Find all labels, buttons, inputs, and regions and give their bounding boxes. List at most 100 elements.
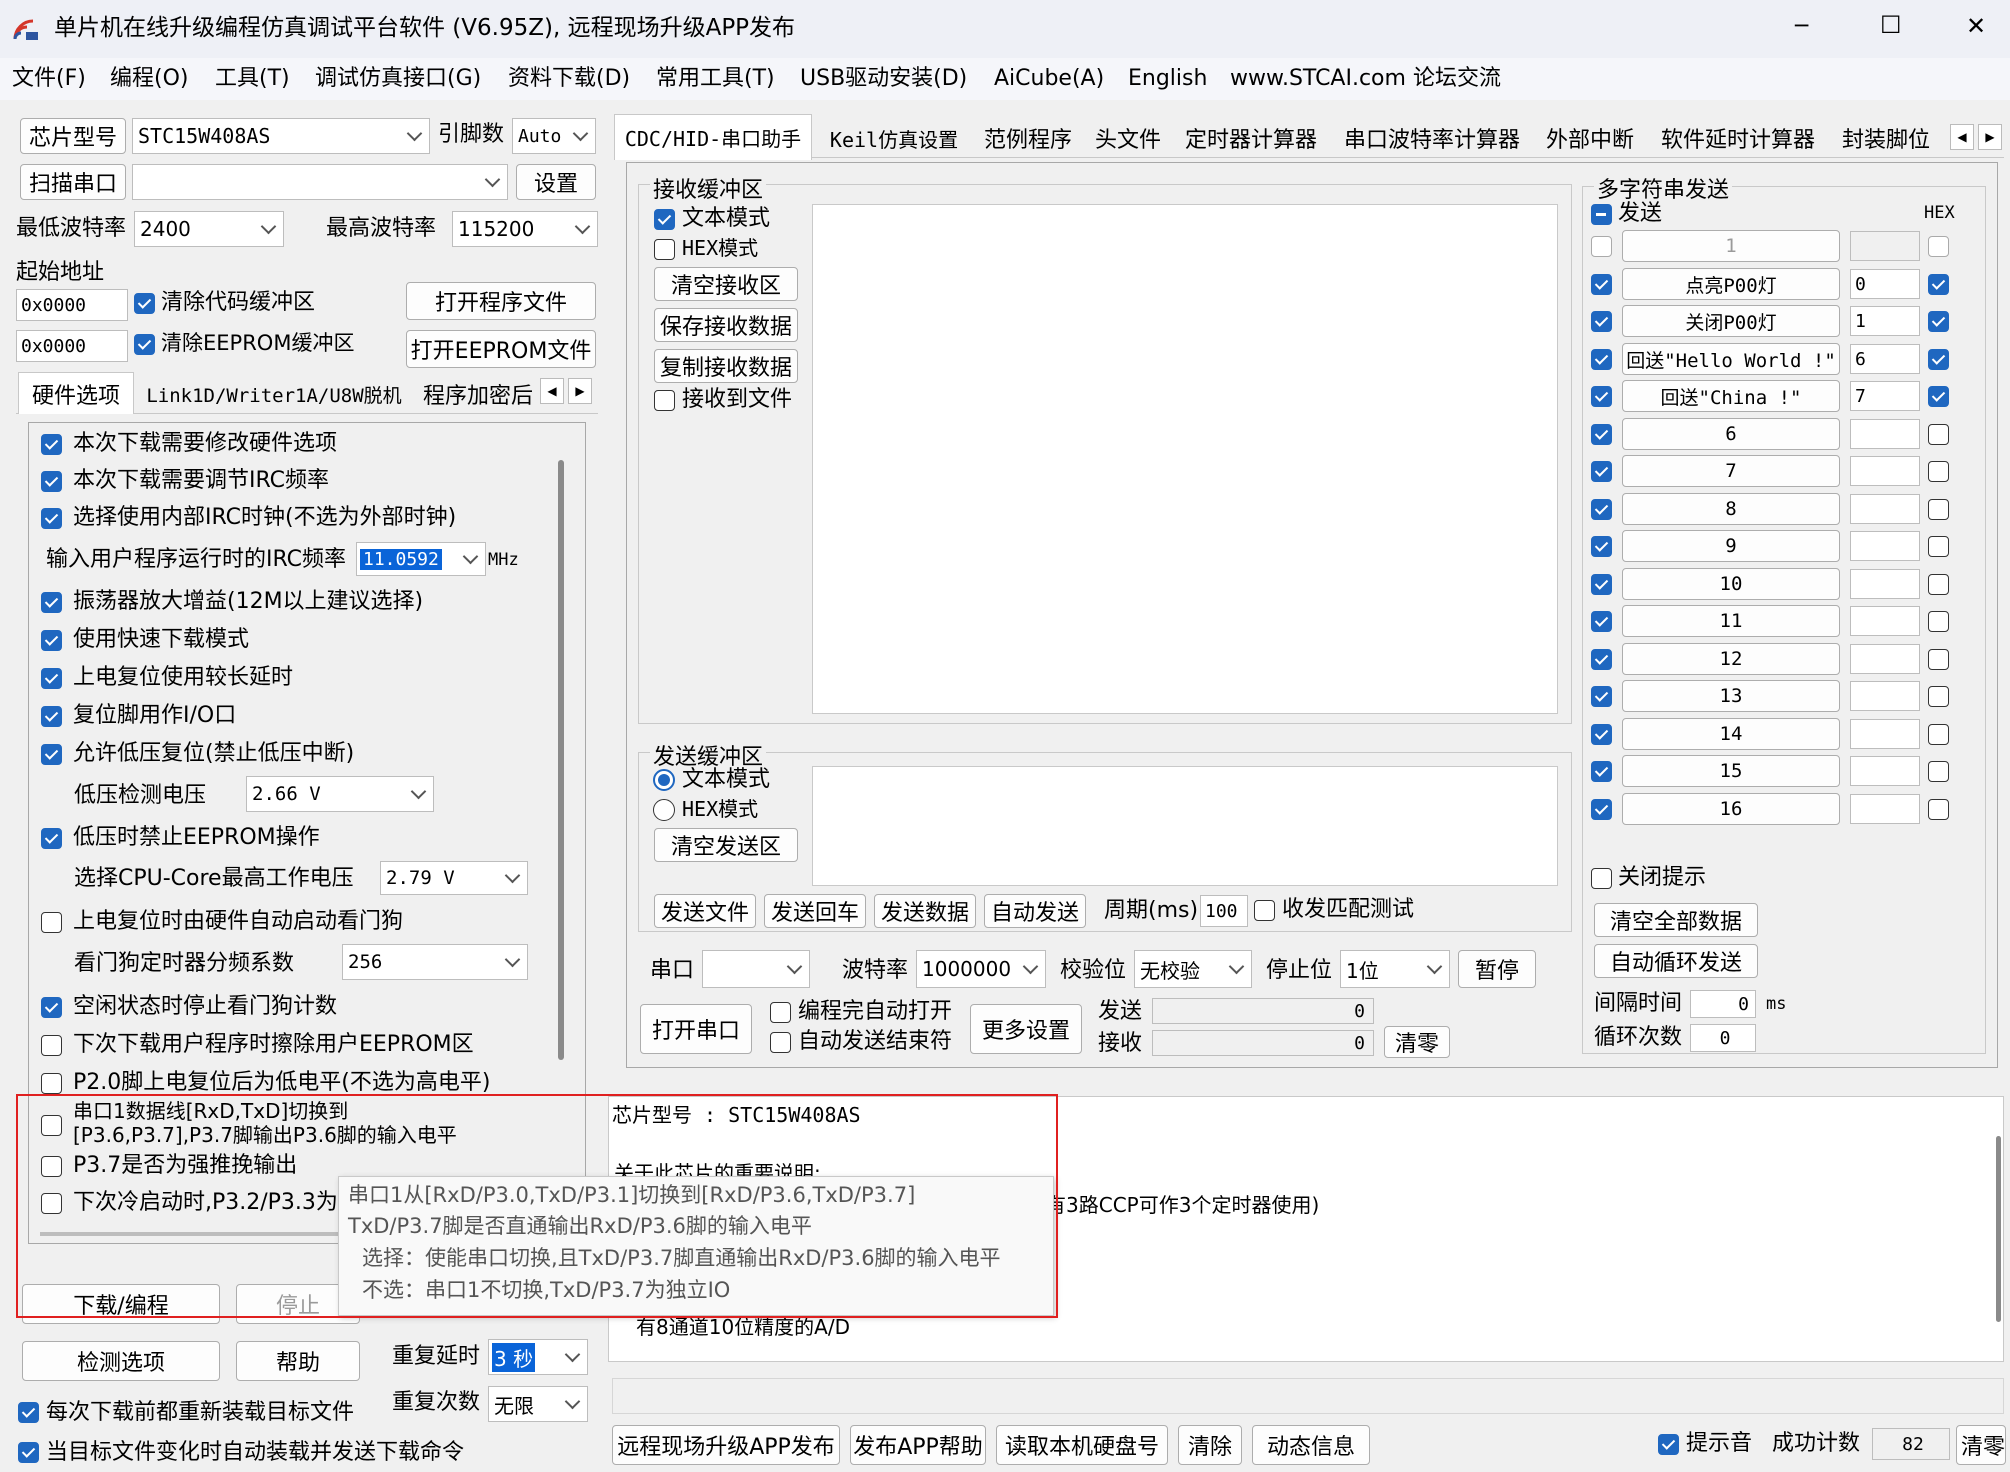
receive-textarea[interactable]: [812, 204, 1558, 714]
menu-common-tools[interactable]: 常用工具(T): [656, 66, 775, 91]
multi-row-value-input[interactable]: [1850, 794, 1920, 824]
period-input[interactable]: 100: [1200, 895, 1248, 927]
multi-row-checkbox[interactable]: [1591, 574, 1612, 595]
auto-end-checkbox[interactable]: [770, 1032, 791, 1053]
port-select[interactable]: [132, 164, 508, 200]
scan-port-button[interactable]: 扫描串口: [20, 164, 126, 200]
close-tips-checkbox[interactable]: [1591, 868, 1612, 889]
multi-row-checkbox[interactable]: [1591, 349, 1612, 370]
opt-hw-watchdog-checkbox[interactable]: [41, 912, 62, 933]
multi-row-send-button[interactable]: 11: [1622, 605, 1840, 637]
multi-row-send-button[interactable]: 点亮P00灯: [1622, 268, 1840, 300]
help-button[interactable]: 帮助: [236, 1341, 360, 1381]
opt-osc-gain-checkbox[interactable]: [41, 592, 62, 613]
remote-app-publish-button[interactable]: 远程现场升级APP发布: [612, 1425, 840, 1465]
tab-link1d[interactable]: Link1D/Writer1A/U8W脱机: [138, 377, 410, 411]
send-file-button[interactable]: 发送文件: [654, 894, 756, 928]
tab-package-pins[interactable]: 封装脚位: [1834, 120, 1938, 156]
opt-long-delay-checkbox[interactable]: [41, 668, 62, 689]
tab-scroll-left-icon[interactable]: ◀: [540, 378, 564, 404]
multi-row-send-button[interactable]: 8: [1622, 493, 1840, 525]
multi-row-checkbox[interactable]: [1591, 536, 1612, 557]
send-data-button[interactable]: 发送数据: [874, 894, 976, 928]
multi-row-hex-checkbox[interactable]: [1928, 236, 1949, 257]
clear-send-button[interactable]: 清空发送区: [654, 828, 798, 862]
cpu-voltage-select[interactable]: 2.79 V: [380, 861, 528, 895]
multi-row-value-input[interactable]: [1850, 231, 1920, 261]
multi-row-hex-checkbox[interactable]: [1928, 424, 1949, 445]
menu-debug[interactable]: 调试仿真接口(G): [315, 66, 481, 91]
baud-select[interactable]: 1000000: [916, 950, 1046, 988]
clear-receive-button[interactable]: 清空接收区: [654, 267, 798, 301]
multi-send-all-checkbox[interactable]: [1591, 204, 1612, 225]
multi-row-send-button[interactable]: 16: [1622, 793, 1840, 825]
multi-row-value-input[interactable]: [1850, 419, 1920, 449]
tab-header-files[interactable]: 头文件: [1088, 120, 1168, 156]
eeprom-address-input[interactable]: 0x0000: [16, 330, 128, 362]
multi-row-value-input[interactable]: [1850, 569, 1920, 599]
tab-hardware-options[interactable]: 硬件选项: [18, 372, 134, 414]
multi-row-send-button[interactable]: 回送"Hello World !": [1622, 343, 1840, 375]
open-program-button[interactable]: 打开程序文件: [406, 282, 596, 320]
multi-row-send-button[interactable]: 回送"China !": [1622, 380, 1840, 412]
tab-delay-calculator[interactable]: 软件延时计算器: [1650, 120, 1826, 156]
beep-checkbox[interactable]: [1658, 1434, 1679, 1455]
multi-row-value-input[interactable]: [1850, 719, 1920, 749]
multi-row-send-button[interactable]: 12: [1622, 643, 1840, 675]
multi-row-send-button[interactable]: 6: [1622, 418, 1840, 450]
multi-row-checkbox[interactable]: [1591, 386, 1612, 407]
more-settings-button[interactable]: 更多设置: [970, 1004, 1082, 1054]
multi-row-send-button[interactable]: 7: [1622, 455, 1840, 487]
parity-select[interactable]: 无校验: [1134, 950, 1252, 988]
multi-row-hex-checkbox[interactable]: [1928, 349, 1949, 370]
repeat-count-select[interactable]: 无限: [488, 1386, 588, 1422]
match-test-checkbox[interactable]: [1254, 900, 1275, 921]
multi-row-value-input[interactable]: [1850, 531, 1920, 561]
receive-to-file-checkbox[interactable]: [654, 390, 675, 411]
tab-baud-calculator[interactable]: 串口波特率计算器: [1334, 120, 1530, 156]
options-scrollbar[interactable]: [558, 460, 564, 1060]
info-scrollbar[interactable]: [1996, 1136, 2001, 1322]
recv-text-mode-checkbox[interactable]: [654, 209, 675, 230]
serial-port-select[interactable]: [702, 950, 810, 988]
multi-row-send-button[interactable]: 14: [1622, 718, 1840, 750]
clear-count-button[interactable]: 清零: [1384, 1026, 1450, 1058]
multi-row-checkbox[interactable]: [1591, 724, 1612, 745]
lv-detect-select[interactable]: 2.66 V: [246, 776, 434, 812]
clear-success-button[interactable]: 清零: [1956, 1425, 2006, 1465]
chip-model-select[interactable]: STC15W408AS: [132, 118, 430, 154]
multi-row-hex-checkbox[interactable]: [1928, 461, 1949, 482]
auto-reload-checkbox[interactable]: [18, 1442, 39, 1463]
clear-info-button[interactable]: 清除: [1178, 1425, 1242, 1465]
check-options-button[interactable]: 检测选项: [22, 1341, 220, 1381]
opt-internal-irc-checkbox[interactable]: [41, 508, 62, 529]
multi-row-checkbox[interactable]: [1591, 424, 1612, 445]
multi-row-value-input[interactable]: [1850, 756, 1920, 786]
opt-modify-hw-checkbox[interactable]: [41, 434, 62, 455]
multi-row-value-input[interactable]: 6: [1850, 344, 1920, 374]
menu-downloads[interactable]: 资料下载(D): [508, 66, 630, 91]
pins-select[interactable]: Auto: [512, 118, 596, 154]
tab-serial-assistant[interactable]: CDC/HID-串口助手: [614, 114, 812, 160]
multi-row-send-button[interactable]: 9: [1622, 530, 1840, 562]
tab-timer-calculator[interactable]: 定时器计算器: [1176, 120, 1326, 156]
pause-button[interactable]: 暂停: [1458, 950, 1536, 988]
close-button[interactable]: ✕: [1966, 12, 1986, 41]
menu-english[interactable]: English: [1128, 66, 1207, 91]
open-port-button[interactable]: 打开串口: [640, 1004, 752, 1054]
multi-row-checkbox[interactable]: [1591, 799, 1612, 820]
auto-send-button[interactable]: 自动发送: [984, 894, 1086, 928]
auto-loop-button[interactable]: 自动循环发送: [1594, 944, 1758, 978]
irc-frequency-select[interactable]: 11.0592: [356, 542, 486, 576]
dynamic-info-button[interactable]: 动态信息: [1252, 1425, 1370, 1465]
recv-hex-mode-checkbox[interactable]: [654, 239, 675, 260]
multi-row-checkbox[interactable]: [1591, 649, 1612, 670]
multi-row-checkbox[interactable]: [1591, 761, 1612, 782]
multi-row-send-button[interactable]: 10: [1622, 568, 1840, 600]
multi-row-value-input[interactable]: 1: [1850, 306, 1920, 336]
multi-row-hex-checkbox[interactable]: [1928, 274, 1949, 295]
auto-open-checkbox[interactable]: [770, 1002, 791, 1023]
opt-lv-reset-checkbox[interactable]: [41, 744, 62, 765]
multi-row-hex-checkbox[interactable]: [1928, 611, 1949, 632]
open-eeprom-button[interactable]: 打开EEPROM文件: [406, 330, 596, 368]
